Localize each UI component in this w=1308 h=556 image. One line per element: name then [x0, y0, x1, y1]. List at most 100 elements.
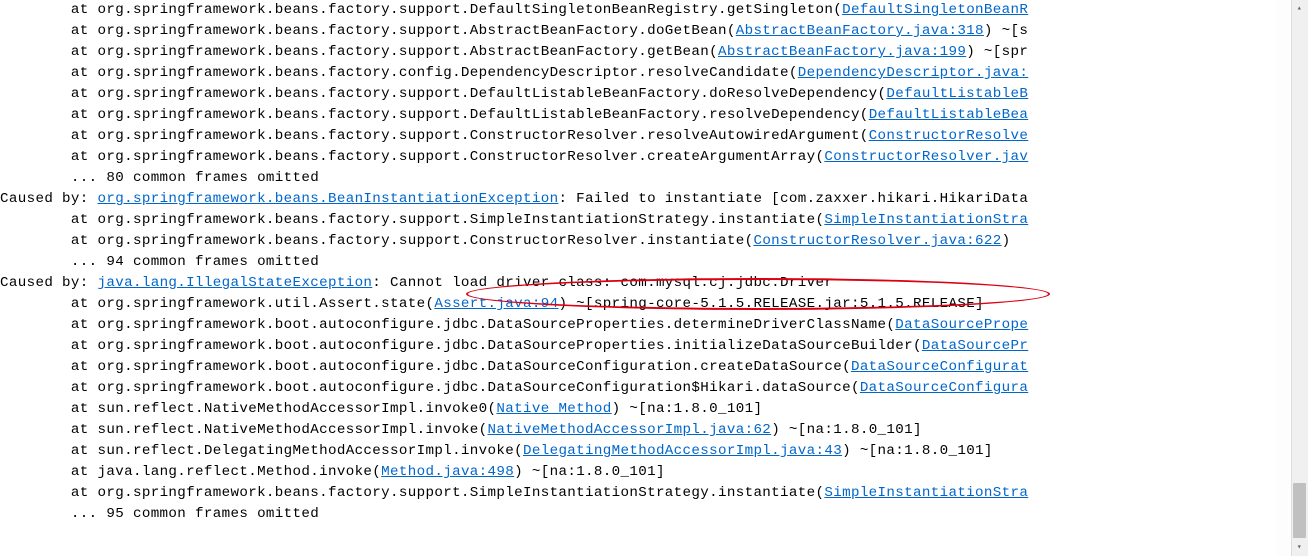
source-link[interactable]: Method.java:498 — [381, 464, 514, 480]
stack-indent — [0, 170, 71, 186]
stack-text: org.springframework.boot.autoconfigure.j… — [98, 317, 896, 333]
stacktrace-line: Caused by: org.springframework.beans.Bea… — [0, 189, 1276, 210]
stack-indent: at — [0, 2, 98, 18]
stacktrace-line: at org.springframework.boot.autoconfigur… — [0, 378, 1276, 399]
stack-text: org.springframework.beans.factory.suppor… — [98, 128, 869, 144]
stack-indent: at — [0, 44, 98, 60]
stack-text: org.springframework.beans.factory.suppor… — [98, 149, 825, 165]
stacktrace-line: at java.lang.reflect.Method.invoke(Metho… — [0, 462, 1276, 483]
source-link[interactable]: DependencyDescriptor.java: — [798, 65, 1028, 81]
source-link[interactable]: ConstructorResolver.java:622 — [753, 233, 1001, 249]
stacktrace-line: at org.springframework.boot.autoconfigur… — [0, 336, 1276, 357]
stacktrace-line: at sun.reflect.NativeMethodAccessorImpl.… — [0, 420, 1276, 441]
source-link[interactable]: DataSourcePr — [922, 338, 1028, 354]
stack-text: ... 95 common frames omitted — [71, 506, 319, 522]
stack-text: java.lang.reflect.Method.invoke( — [98, 464, 382, 480]
scroll-up-arrow[interactable]: ▴ — [1291, 0, 1308, 17]
source-link[interactable]: DataSourceConfigura — [860, 380, 1028, 396]
stacktrace-line: at sun.reflect.DelegatingMethodAccessorI… — [0, 441, 1276, 462]
stack-text: org.springframework.beans.factory.suppor… — [98, 44, 718, 60]
stack-indent — [0, 254, 71, 270]
stack-indent: at — [0, 338, 98, 354]
source-link[interactable]: ConstructorResolver.jav — [824, 149, 1028, 165]
vertical-scrollbar-track[interactable]: ▴ ▾ — [1291, 0, 1308, 556]
source-link[interactable]: AbstractBeanFactory.java:318 — [736, 23, 984, 39]
stack-suffix: ) ~[spring-core-5.1.5.RELEASE.jar:5.1.5.… — [558, 296, 983, 312]
source-link[interactable]: DataSourceConfigurat — [851, 359, 1028, 375]
stacktrace-line: ... 94 common frames omitted — [0, 252, 1276, 273]
stack-suffix: ) ~[na:1.8.0_101] — [842, 443, 993, 459]
stacktrace-line: at org.springframework.beans.factory.sup… — [0, 21, 1276, 42]
exception-message: : Failed to instantiate [com.zaxxer.hika… — [558, 191, 1028, 207]
stack-indent: at — [0, 380, 98, 396]
source-link[interactable]: NativeMethodAccessorImpl.java:62 — [488, 422, 772, 438]
stack-text: org.springframework.boot.autoconfigure.j… — [98, 359, 851, 375]
stack-indent: at — [0, 485, 98, 501]
stacktrace-line: ... 80 common frames omitted — [0, 168, 1276, 189]
stacktrace-line: at sun.reflect.NativeMethodAccessorImpl.… — [0, 399, 1276, 420]
stacktrace-line: at org.springframework.beans.factory.con… — [0, 63, 1276, 84]
stack-indent: at — [0, 149, 98, 165]
stacktrace-line: at org.springframework.beans.factory.sup… — [0, 231, 1276, 252]
stacktrace-line: at org.springframework.beans.factory.sup… — [0, 84, 1276, 105]
stack-text: org.springframework.beans.factory.suppor… — [98, 23, 736, 39]
stack-indent: at — [0, 443, 98, 459]
stacktrace-line: at org.springframework.beans.factory.sup… — [0, 0, 1276, 21]
source-link[interactable]: DefaultListableB — [886, 86, 1028, 102]
stack-text: ... 80 common frames omitted — [71, 170, 319, 186]
vertical-scrollbar-thumb[interactable] — [1293, 483, 1306, 538]
stack-suffix: ) ~[s — [984, 23, 1028, 39]
stack-text: org.springframework.beans.factory.suppor… — [98, 2, 843, 18]
stack-suffix: ) — [1002, 233, 1011, 249]
stack-text: org.springframework.beans.factory.suppor… — [98, 107, 869, 123]
console-output: at org.springframework.beans.factory.sup… — [0, 0, 1276, 525]
stack-indent: at — [0, 464, 98, 480]
exception-message: : Cannot load driver class: com.mysql.cj… — [372, 275, 833, 291]
stacktrace-line: ... 95 common frames omitted — [0, 504, 1276, 525]
scroll-down-arrow[interactable]: ▾ — [1291, 539, 1308, 556]
stacktrace-line: at org.springframework.beans.factory.sup… — [0, 483, 1276, 504]
stack-text: ... 94 common frames omitted — [71, 254, 319, 270]
source-link[interactable]: DataSourcePrope — [895, 317, 1028, 333]
caused-by-label: Caused by: — [0, 275, 98, 291]
source-link[interactable]: SimpleInstantiationStra — [824, 212, 1028, 228]
source-link[interactable]: AbstractBeanFactory.java:199 — [718, 44, 966, 60]
stack-indent: at — [0, 23, 98, 39]
exception-link[interactable]: java.lang.IllegalStateException — [98, 275, 373, 291]
source-link[interactable]: DefaultListableBea — [869, 107, 1029, 123]
stack-text: org.springframework.beans.factory.suppor… — [98, 86, 887, 102]
exception-link[interactable]: org.springframework.beans.BeanInstantiat… — [98, 191, 559, 207]
editor-gutter-right — [1276, 0, 1291, 556]
stack-indent: at — [0, 422, 98, 438]
source-link[interactable]: ConstructorResolve — [869, 128, 1029, 144]
stack-indent: at — [0, 65, 98, 81]
source-link[interactable]: Assert.java:94 — [434, 296, 558, 312]
stack-text: sun.reflect.DelegatingMethodAccessorImpl… — [98, 443, 523, 459]
source-link[interactable]: DefaultSingletonBeanR — [842, 2, 1028, 18]
stacktrace-line: Caused by: java.lang.IllegalStateExcepti… — [0, 273, 1276, 294]
stacktrace-line: at org.springframework.beans.factory.sup… — [0, 147, 1276, 168]
stack-text: org.springframework.beans.factory.config… — [98, 65, 798, 81]
stack-suffix: ) ~[spr — [966, 44, 1028, 60]
stacktrace-line: at org.springframework.util.Assert.state… — [0, 294, 1276, 315]
caused-by-label: Caused by: — [0, 191, 98, 207]
stack-text: org.springframework.beans.factory.suppor… — [98, 212, 825, 228]
stack-text: org.springframework.boot.autoconfigure.j… — [98, 380, 860, 396]
stack-indent: at — [0, 86, 98, 102]
stack-indent: at — [0, 359, 98, 375]
stacktrace-line: at org.springframework.beans.factory.sup… — [0, 126, 1276, 147]
source-link[interactable]: DelegatingMethodAccessorImpl.java:43 — [523, 443, 842, 459]
stack-indent: at — [0, 107, 98, 123]
source-link[interactable]: Native Method — [496, 401, 611, 417]
stack-indent: at — [0, 128, 98, 144]
stacktrace-line: at org.springframework.beans.factory.sup… — [0, 210, 1276, 231]
stacktrace-line: at org.springframework.beans.factory.sup… — [0, 42, 1276, 63]
stack-text: sun.reflect.NativeMethodAccessorImpl.inv… — [98, 401, 497, 417]
source-link[interactable]: SimpleInstantiationStra — [824, 485, 1028, 501]
stack-suffix: ) ~[na:1.8.0_101] — [612, 401, 763, 417]
stacktrace-line: at org.springframework.beans.factory.sup… — [0, 105, 1276, 126]
stack-text: org.springframework.util.Assert.state( — [98, 296, 435, 312]
stack-indent: at — [0, 401, 98, 417]
stack-suffix: ) ~[na:1.8.0_101] — [514, 464, 665, 480]
stack-text: sun.reflect.NativeMethodAccessorImpl.inv… — [98, 422, 488, 438]
